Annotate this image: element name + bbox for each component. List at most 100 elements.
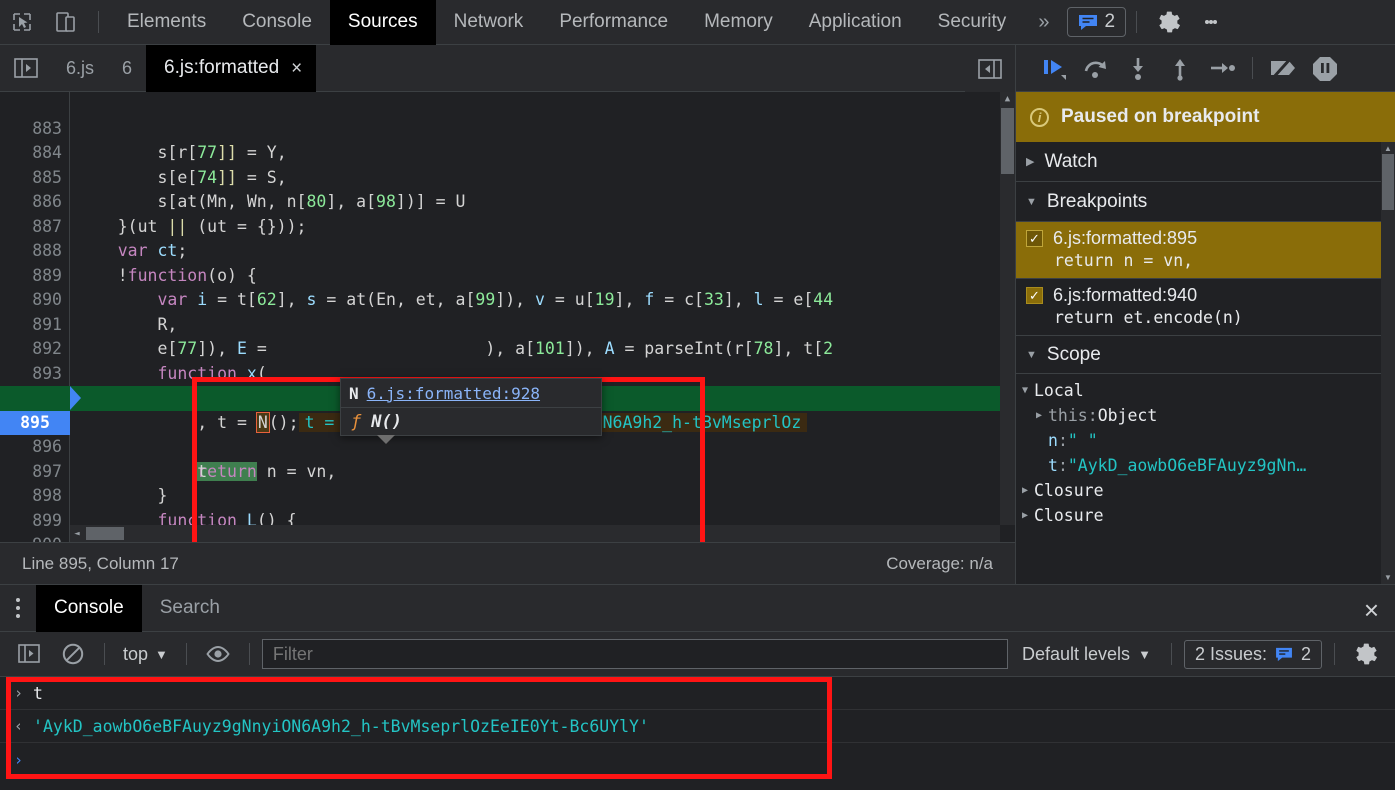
breadcrumb-file[interactable]: 6.js <box>52 58 108 79</box>
tab-sources[interactable]: Sources <box>329 0 436 45</box>
filter-input[interactable] <box>261 639 1008 669</box>
scope-entry[interactable]: n : " " <box>1016 428 1395 453</box>
editor-horizontal-scrollbar[interactable]: ◄ <box>70 525 1000 542</box>
prompt-arrow-icon: › <box>14 750 24 769</box>
code-line[interactable]: 884 s[e[74]] = S, <box>0 117 1015 187</box>
debugger-divider <box>1252 57 1253 79</box>
close-icon[interactable]: × <box>1364 595 1379 626</box>
watch-section-header[interactable]: ▶ Watch <box>1016 142 1395 182</box>
code-line[interactable]: 888 !function(o) { <box>0 215 1015 285</box>
device-toolbar-icon[interactable] <box>44 0 88 44</box>
issue-message-icon <box>1275 644 1293 665</box>
step-out-button[interactable] <box>1160 48 1200 88</box>
code-line[interactable]: 893 var n =n = <box>0 337 1015 407</box>
kebab-menu-icon[interactable] <box>1191 0 1231 45</box>
console-prompt-row[interactable]: › <box>0 743 1395 776</box>
step-into-button[interactable] <box>1118 48 1158 88</box>
breakpoints-section-header[interactable]: ▼ Breakpoints <box>1016 182 1395 222</box>
code-line[interactable]: 889 var i = t[62], s = at(En, et, a[99])… <box>0 239 1015 310</box>
file-tab-label: 6.js:formatted <box>164 57 280 78</box>
code-line[interactable]: 892 function x( <box>0 313 1015 383</box>
kebab-dot <box>1213 20 1218 24</box>
code-line[interactable]: 887 var ct; <box>0 190 1015 261</box>
pause-on-exceptions-button[interactable] <box>1305 48 1345 88</box>
execution-context-label: top <box>123 643 149 664</box>
code-line[interactable]: 883 s[r[77]] = Y, <box>0 92 1015 163</box>
tab-security[interactable]: Security <box>920 0 1025 45</box>
scrollbar-thumb[interactable] <box>1382 154 1394 210</box>
console-toolbar-divider-3 <box>248 643 250 665</box>
execution-context-selector[interactable]: top ▼ <box>117 644 174 665</box>
breakpoint-checkbox[interactable]: ✓ <box>1026 230 1043 247</box>
popover-badge: N <box>349 383 359 403</box>
code-line[interactable]: 899 var n = (tn, <box>0 484 1015 543</box>
scrollbar-thumb[interactable] <box>1001 108 1014 174</box>
code-line[interactable]: 897 } <box>0 435 1015 506</box>
chevron-down-icon: ▼ <box>1026 348 1037 361</box>
show-navigator-icon[interactable] <box>0 45 52 92</box>
source-code-editor[interactable]: 883 s[r[77]] = Y, 884 s[e[74]] = S, 885 … <box>0 92 1015 542</box>
step-over-button[interactable] <box>1076 48 1116 88</box>
coverage-status[interactable]: Coverage: n/a <box>886 554 993 574</box>
inspect-cursor-icon[interactable] <box>0 0 44 44</box>
breakpoint-item[interactable]: ✓ 6.js:formatted:940 return et.encode(n) <box>1016 279 1395 336</box>
breakpoints-label: Breakpoints <box>1046 190 1148 212</box>
scope-local-group[interactable]: ▼ Local <box>1016 378 1395 403</box>
tab-application[interactable]: Application <box>791 0 920 45</box>
scrollbar-thumb[interactable] <box>86 527 124 540</box>
resume-script-button[interactable] <box>1034 48 1074 88</box>
sidebar-vertical-scrollbar[interactable]: ▲ ▼ <box>1381 142 1395 584</box>
gear-icon[interactable] <box>1347 635 1385 673</box>
sources-file-tabbar: 6.js 6 6.js:formatted × <box>0 44 1015 92</box>
breakpoint-item[interactable]: ✓ 6.js:formatted:895 return n = vn, <box>1016 222 1395 279</box>
drawer-tab-console[interactable]: Console <box>36 584 142 632</box>
issues-button[interactable]: 2 Issues: 2 <box>1183 639 1322 669</box>
code-line[interactable]: 891 e[77]), E = ), a[101]), A = parseInt… <box>0 288 1015 359</box>
editor-vertical-scrollbar[interactable]: ▲ <box>1000 92 1015 525</box>
breadcrumb-index[interactable]: 6 <box>108 58 146 79</box>
execution-pointer-arrow <box>70 386 81 410</box>
scroll-down-icon[interactable]: ▼ <box>1381 571 1395 584</box>
chevron-down-icon[interactable]: ▼ <box>1016 385 1034 396</box>
chevron-right-icon[interactable]: ▶ <box>1016 485 1034 496</box>
issues-counter-button[interactable]: 2 <box>1067 7 1127 37</box>
tab-console[interactable]: Console <box>224 0 330 45</box>
popover-source-link[interactable]: 6.js:formatted:928 <box>367 384 540 403</box>
kebab-menu-icon[interactable] <box>0 585 36 632</box>
scope-section-header[interactable]: ▼ Scope <box>1016 336 1395 374</box>
tab-network[interactable]: Network <box>436 0 542 45</box>
console-sidebar-icon[interactable] <box>10 635 48 673</box>
toolbar-divider <box>98 11 99 33</box>
function-glyph-icon: ƒ <box>351 412 362 432</box>
scope-entry[interactable]: ▶ this : Object <box>1016 403 1395 428</box>
code-line[interactable]: 885 s[at(Mn, Wn, n[80], a[98])] = U <box>0 141 1015 212</box>
breakpoint-checkbox[interactable]: ✓ <box>1026 287 1043 304</box>
code-line[interactable]: 890 R, <box>0 264 1015 334</box>
scope-closure-group[interactable]: ▶ Closure <box>1016 503 1395 528</box>
show-debugger-sidebar-button[interactable] <box>965 45 1015 92</box>
clear-console-icon[interactable] <box>54 635 92 673</box>
deactivate-breakpoints-button[interactable] <box>1263 48 1303 88</box>
tab-elements[interactable]: Elements <box>109 0 224 45</box>
scope-entry[interactable]: t : "AykD_aowbO6eBFAuyz9gNn… <box>1016 453 1395 478</box>
chevron-right-icon[interactable]: ▶ <box>1030 410 1048 421</box>
drawer-tab-search[interactable]: Search <box>142 585 238 632</box>
console-output[interactable]: › t ‹ 'AykD_aowbO6eBFAuyz9gNnyiON6A9h2_h… <box>0 677 1395 790</box>
log-levels-selector[interactable]: Default levels ▼ <box>1014 644 1159 665</box>
tab-performance[interactable]: Performance <box>541 0 686 45</box>
file-tab-6js-formatted[interactable]: 6.js:formatted × <box>146 44 317 92</box>
scope-closure-group[interactable]: ▶ Closure <box>1016 478 1395 503</box>
paused-on-breakpoint-banner: i Paused on breakpoint <box>1016 92 1395 142</box>
gear-icon[interactable] <box>1147 0 1191 44</box>
scroll-left-icon[interactable]: ◄ <box>70 529 84 539</box>
chevron-right-icon[interactable]: ▶ <box>1016 510 1034 521</box>
scroll-up-icon[interactable]: ▲ <box>1000 92 1015 106</box>
close-icon[interactable]: × <box>291 59 302 78</box>
tab-memory[interactable]: Memory <box>686 0 791 45</box>
step-button[interactable] <box>1202 48 1242 88</box>
code-line[interactable]: 898 function L() { <box>0 460 1015 530</box>
code-line[interactable]: 886 }(ut || (ut = {})); <box>0 166 1015 236</box>
console-result-value[interactable]: 'AykD_aowbO6eBFAuyz9gNnyiON6A9h2_h-tBvMs… <box>33 717 649 736</box>
live-expression-icon[interactable] <box>199 635 237 673</box>
more-tabs-icon[interactable]: » <box>1024 11 1063 34</box>
